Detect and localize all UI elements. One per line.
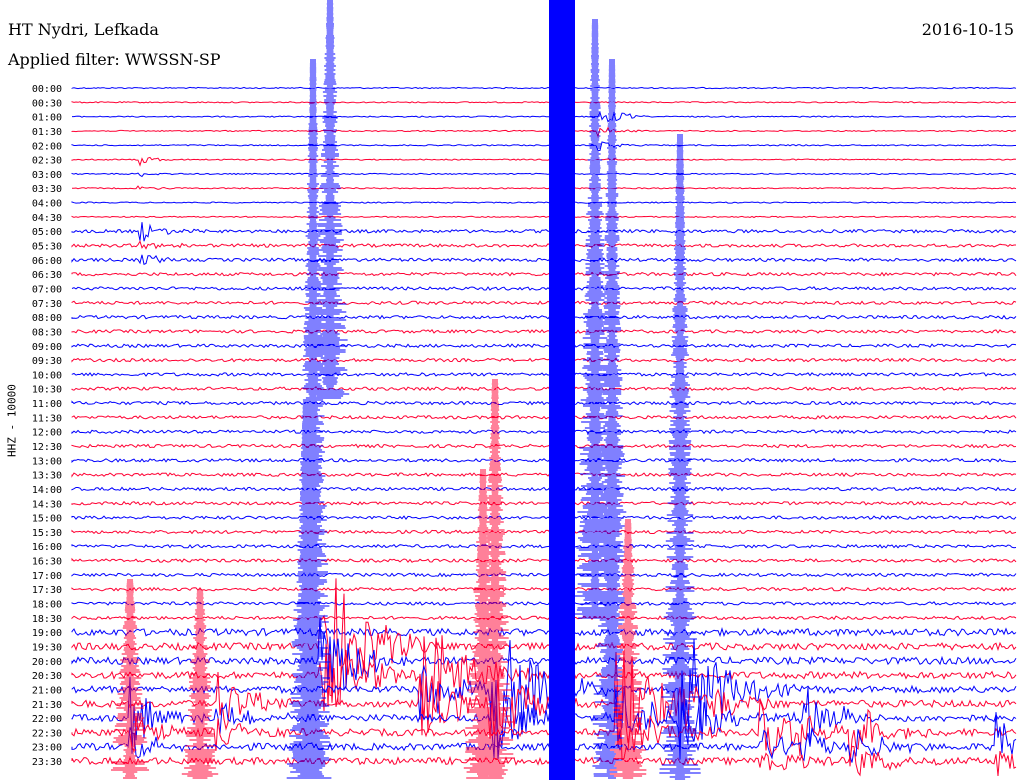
- row-label-1530: 15:30: [32, 528, 62, 539]
- row-label-1500: 15:00: [32, 514, 62, 525]
- row-label-0430: 04:30: [32, 213, 62, 224]
- row-label-1630: 16:30: [32, 557, 62, 568]
- saturated-event: [549, 0, 575, 780]
- row-label-0400: 04:00: [32, 199, 62, 210]
- row-label-2330: 23:30: [32, 757, 62, 768]
- row-label-1030: 10:30: [32, 385, 62, 396]
- trace-line-1000: [71, 372, 1017, 377]
- row-label-1330: 13:30: [32, 471, 62, 482]
- row-label-0930: 09:30: [32, 356, 62, 367]
- row-label-2100: 21:00: [32, 685, 62, 696]
- trace-line-0400: [71, 201, 1017, 204]
- trace-line-0700: [71, 286, 1017, 291]
- row-label-0230: 02:30: [32, 156, 62, 167]
- row-label-0500: 05:00: [32, 227, 62, 238]
- trace-line-0630: [71, 271, 1017, 277]
- trace-line-0730: [71, 300, 1017, 306]
- row-label-1600: 16:00: [32, 542, 62, 553]
- trace-line-2200: [71, 676, 1017, 754]
- row-label-0130: 01:30: [32, 127, 62, 138]
- trace-line-0830: [71, 329, 1017, 334]
- trace-line-0200: [71, 141, 1016, 152]
- row-label-2200: 22:00: [32, 714, 62, 725]
- event-spike: [659, 134, 701, 780]
- row-label-0030: 00:30: [32, 98, 62, 109]
- row-label-0830: 08:30: [32, 327, 62, 338]
- row-label-2130: 21:30: [32, 700, 62, 711]
- trace-line-1700: [71, 572, 1017, 578]
- trace-line-0300: [71, 172, 1017, 178]
- trace-line-0900: [71, 343, 1017, 349]
- row-label-2030: 20:30: [32, 671, 62, 682]
- trace-line-2130: [71, 650, 1017, 746]
- trace-line-0330: [71, 185, 1017, 190]
- trace-line-1030: [71, 386, 1017, 392]
- trace-line-1300: [71, 457, 1017, 464]
- row-label-0900: 09:00: [32, 342, 62, 353]
- row-label-2000: 20:00: [32, 657, 62, 668]
- row-label-0530: 05:30: [32, 242, 62, 253]
- row-label-1300: 13:00: [32, 456, 62, 467]
- row-label-1730: 17:30: [32, 585, 62, 596]
- row-label-0600: 06:00: [32, 256, 62, 267]
- trace-line-0800: [71, 314, 1017, 320]
- row-label-1230: 12:30: [32, 442, 62, 453]
- row-label-0630: 06:30: [32, 270, 62, 281]
- trace-line-0230: [71, 156, 1017, 167]
- row-label-1800: 18:00: [32, 600, 62, 611]
- row-label-0800: 08:00: [32, 313, 62, 324]
- trace-line-0030: [71, 101, 1017, 104]
- trace-line-1800: [71, 601, 1017, 606]
- row-label-1400: 14:00: [32, 485, 62, 496]
- trace-line-1530: [71, 529, 1017, 535]
- trace-line-0000: [71, 86, 1017, 90]
- trace-line-1730: [71, 586, 1017, 592]
- trace-line-1200: [71, 429, 1017, 435]
- trace-line-1830: [71, 615, 1017, 621]
- seismogram-chart: 00:00 00:30 01:00 01:30 02:00 02:30 03:00 03:30…: [32, 0, 1017, 780]
- row-label-0730: 07:30: [32, 299, 62, 310]
- trace-line-1600: [71, 543, 1017, 549]
- trace-line-1100: [71, 400, 1017, 406]
- row-label-0330: 03:30: [32, 184, 62, 195]
- row-label-0100: 01:00: [32, 113, 62, 124]
- row-label-1430: 14:30: [32, 499, 62, 510]
- row-label-1700: 17:00: [32, 571, 62, 582]
- trace-line-1930: [71, 578, 1017, 707]
- trace-line-1400: [71, 486, 1017, 492]
- trace-line-0500: [71, 222, 1017, 242]
- row-label-1000: 10:00: [32, 370, 62, 381]
- trace-line-0530: [71, 240, 1016, 250]
- trace-line-1230: [71, 443, 1017, 449]
- row-label-0700: 07:00: [32, 284, 62, 295]
- row-label-1100: 11:00: [32, 399, 62, 410]
- trace-line-2000: [71, 618, 1017, 692]
- trace-line-2100: [71, 639, 1017, 760]
- row-label-2300: 23:00: [32, 743, 62, 754]
- row-label-1900: 19:00: [32, 628, 62, 639]
- row-label-1930: 19:30: [32, 642, 62, 653]
- row-label-0300: 03:00: [32, 170, 62, 181]
- trace-line-0930: [71, 357, 1017, 363]
- trace-line-1130: [71, 415, 1017, 420]
- row-label-0200: 02:00: [32, 141, 62, 152]
- trace-line-1330: [71, 472, 1017, 478]
- row-label-1830: 18:30: [32, 614, 62, 625]
- trace-line-0600: [71, 254, 1017, 265]
- row-label-0000: 00:00: [32, 84, 62, 95]
- trace-line-0100: [72, 110, 1017, 123]
- row-label-1200: 12:00: [32, 428, 62, 439]
- trace-line-1630: [71, 557, 1017, 563]
- row-label-2230: 22:30: [32, 728, 62, 739]
- row-label-1130: 11:30: [32, 413, 62, 424]
- trace-line-1500: [71, 515, 1017, 520]
- trace-line-1430: [71, 500, 1017, 506]
- trace-line-1900: [71, 627, 1017, 638]
- trace-line-0430: [71, 215, 1017, 219]
- trace-line-0130: [71, 126, 1017, 139]
